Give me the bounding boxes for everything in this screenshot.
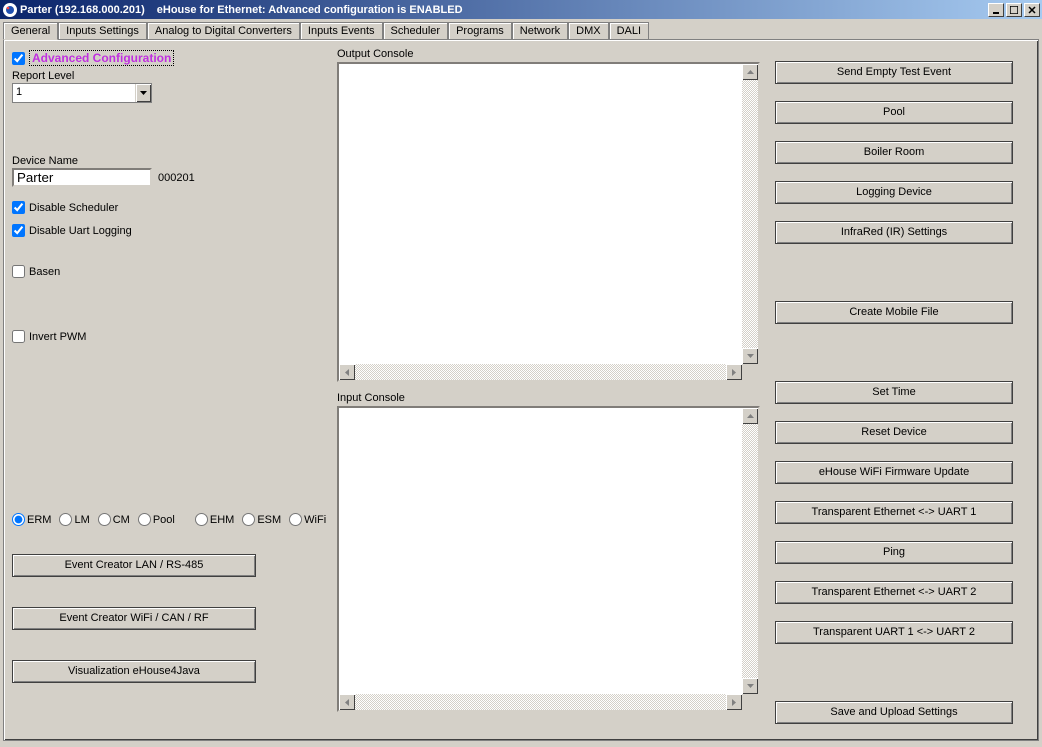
create-mobile-file-button[interactable]: Create Mobile File [775, 301, 1013, 324]
device-code-label: 000201 [158, 172, 195, 184]
disable-uart-checkbox[interactable] [12, 224, 25, 237]
output-hscrollbar[interactable] [339, 364, 742, 380]
tab-general[interactable]: General [3, 22, 58, 40]
scroll-left-icon[interactable] [339, 364, 355, 380]
reset-device-button[interactable]: Reset Device [775, 421, 1013, 444]
send-empty-test-button[interactable]: Send Empty Test Event [775, 61, 1013, 84]
advanced-config-checkbox[interactable] [12, 52, 25, 65]
boiler-room-button[interactable]: Boiler Room [775, 141, 1013, 164]
tab-scheduler[interactable]: Scheduler [383, 22, 449, 39]
pool-button[interactable]: Pool [775, 101, 1013, 124]
maximize-button[interactable] [1006, 3, 1022, 17]
window-titlebar: Parter (192.168.000.201) eHouse for Ethe… [0, 0, 1042, 19]
output-vscrollbar[interactable] [742, 64, 758, 364]
event-creator-wifi-button[interactable]: Event Creator WiFi / CAN / RF [12, 607, 256, 630]
scroll-up-icon[interactable] [742, 408, 758, 424]
scroll-right-icon[interactable] [726, 364, 742, 380]
radio-ehm[interactable] [195, 513, 208, 526]
transparent-eth-uart2-button[interactable]: Transparent Ethernet <-> UART 2 [775, 581, 1013, 604]
report-level-label: Report Level [12, 70, 337, 82]
window-title-1: Parter (192.168.000.201) [20, 4, 145, 16]
basen-checkbox[interactable] [12, 265, 25, 278]
scroll-down-icon[interactable] [742, 348, 758, 364]
radio-esm[interactable] [242, 513, 255, 526]
input-console[interactable] [337, 406, 760, 712]
window-title-2: eHouse for Ethernet: Advanced configurat… [157, 4, 463, 16]
tab-network[interactable]: Network [512, 22, 568, 39]
visualization-button[interactable]: Visualization eHouse4Java [12, 660, 256, 683]
input-console-label: Input Console [337, 392, 765, 404]
tab-adc[interactable]: Analog to Digital Converters [147, 22, 300, 39]
save-upload-settings-button[interactable]: Save and Upload Settings [775, 701, 1013, 724]
mode-radio-group: ERM LM CM Pool EHM ESM WiFi [12, 513, 337, 526]
close-button[interactable] [1024, 3, 1040, 17]
tab-inputs-events[interactable]: Inputs Events [300, 22, 383, 39]
dropdown-icon[interactable] [135, 84, 151, 102]
tab-programs[interactable]: Programs [448, 22, 512, 39]
tab-inputs-settings[interactable]: Inputs Settings [58, 22, 147, 39]
basen-label: Basen [29, 266, 60, 278]
ping-button[interactable]: Ping [775, 541, 1013, 564]
disable-uart-label: Disable Uart Logging [29, 225, 132, 237]
disable-scheduler-label: Disable Scheduler [29, 202, 118, 214]
minimize-button[interactable] [988, 3, 1004, 17]
scroll-left-icon[interactable] [339, 694, 355, 710]
device-name-label: Device Name [12, 155, 337, 167]
scroll-down-icon[interactable] [742, 678, 758, 694]
infrared-settings-button[interactable]: InfraRed (IR) Settings [775, 221, 1013, 244]
tab-dali[interactable]: DALI [609, 22, 649, 39]
set-time-button[interactable]: Set Time [775, 381, 1013, 404]
report-level-select[interactable]: 1 [12, 83, 152, 103]
tab-panel-general: Advanced Configuration Report Level 1 De… [3, 39, 1039, 741]
radio-lm[interactable] [59, 513, 72, 526]
input-vscrollbar[interactable] [742, 408, 758, 694]
radio-erm[interactable] [12, 513, 25, 526]
input-hscrollbar[interactable] [339, 694, 742, 710]
radio-cm[interactable] [98, 513, 111, 526]
scroll-right-icon[interactable] [726, 694, 742, 710]
radio-pool[interactable] [138, 513, 151, 526]
output-console-label: Output Console [337, 48, 765, 60]
transparent-uart1-uart2-button[interactable]: Transparent UART 1 <-> UART 2 [775, 621, 1013, 644]
app-icon [3, 3, 17, 17]
invert-pwm-label: Invert PWM [29, 331, 86, 343]
radio-wifi[interactable] [289, 513, 302, 526]
invert-pwm-checkbox[interactable] [12, 330, 25, 343]
event-creator-lan-button[interactable]: Event Creator LAN / RS-485 [12, 554, 256, 577]
device-name-input[interactable] [12, 168, 152, 187]
transparent-eth-uart1-button[interactable]: Transparent Ethernet <-> UART 1 [775, 501, 1013, 524]
logging-device-button[interactable]: Logging Device [775, 181, 1013, 204]
report-level-value: 1 [13, 84, 135, 102]
tab-bar: General Inputs Settings Analog to Digita… [3, 22, 1039, 39]
disable-scheduler-checkbox[interactable] [12, 201, 25, 214]
wifi-firmware-update-button[interactable]: eHouse WiFi Firmware Update [775, 461, 1013, 484]
scroll-up-icon[interactable] [742, 64, 758, 80]
output-console[interactable] [337, 62, 760, 382]
advanced-config-label: Advanced Configuration [29, 50, 174, 66]
tab-dmx[interactable]: DMX [568, 22, 608, 39]
